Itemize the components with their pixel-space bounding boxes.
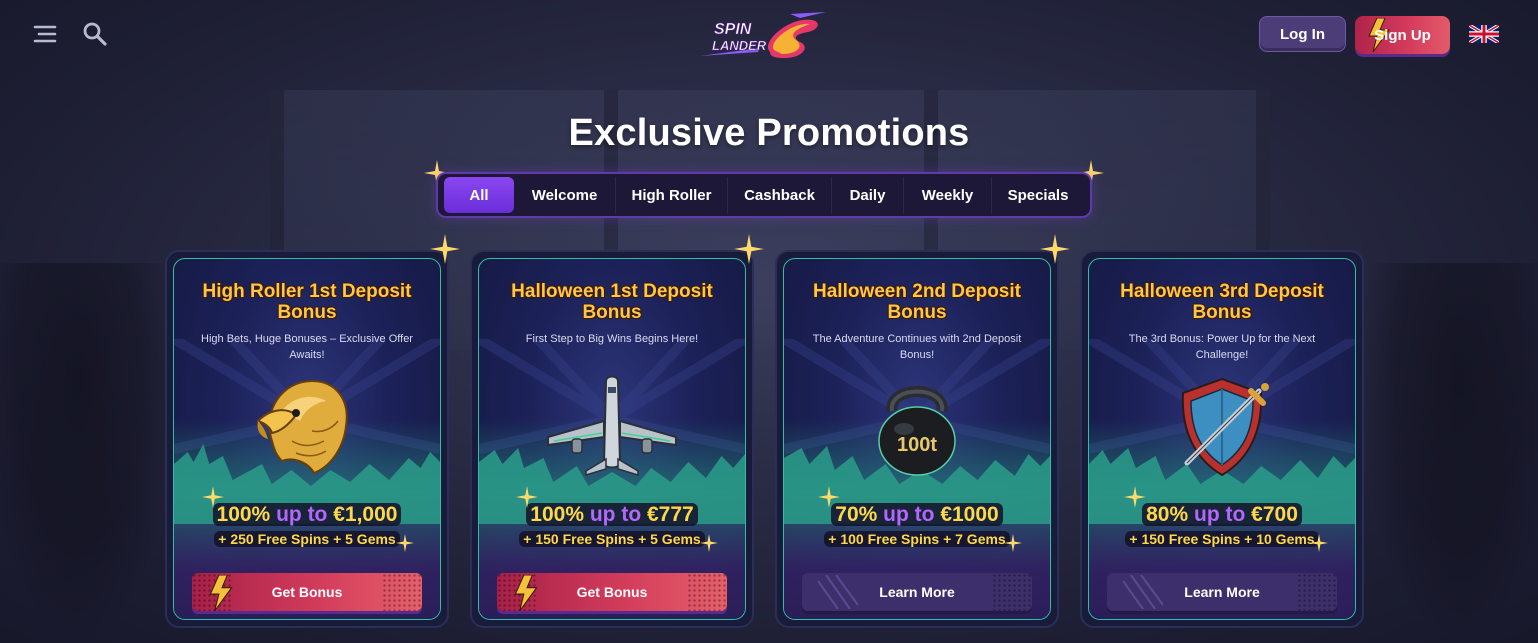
- kettlebell-label: 100t: [897, 434, 937, 456]
- dots-decoration: [382, 573, 422, 611]
- svg-text:SPIN: SPIN: [714, 21, 752, 38]
- promo-percent: 80%: [1146, 503, 1189, 526]
- spinlander-logo[interactable]: SPIN LANDER: [700, 12, 826, 62]
- page-title: Exclusive Promotions: [568, 112, 970, 154]
- promo-up-to: up to: [276, 503, 328, 526]
- tab-label: Welcome: [531, 186, 598, 204]
- tab-weekly[interactable]: Weekly: [904, 177, 992, 213]
- promo-extras: + 150 Free Spins + 10 Gems: [1089, 531, 1355, 547]
- promo-up-to: up to: [1194, 503, 1246, 526]
- get-bonus-button[interactable]: Get Bonus: [497, 573, 727, 611]
- lightning-icon: [514, 575, 538, 611]
- promo-card[interactable]: Halloween 1st Deposit Bonus First Step t…: [470, 250, 754, 628]
- login-button[interactable]: Log In: [1259, 16, 1346, 52]
- search-icon[interactable]: [80, 20, 110, 48]
- tab-welcome[interactable]: Welcome: [514, 177, 616, 213]
- promo-extras-text: + 100 Free Spins + 7 Gems: [824, 531, 1010, 547]
- promo-extras-text: + 150 Free Spins + 10 Gems: [1125, 531, 1319, 547]
- uk-flag-icon[interactable]: [1468, 23, 1500, 45]
- dots-decoration: [1297, 573, 1337, 611]
- shield-sword-icon: [1181, 377, 1269, 477]
- promo-card-inner: Halloween 2nd Deposit Bonus The Adventur…: [783, 258, 1051, 620]
- promo-subtitle: First Step to Big Wins Begins Here!: [525, 333, 699, 345]
- login-label: Log In: [1280, 25, 1325, 43]
- promo-up-to: up to: [589, 503, 642, 526]
- promo-subtitle: High Bets, Huge Bonuses – Exclusive Offe…: [201, 333, 413, 361]
- get-bonus-button[interactable]: Get Bonus: [192, 573, 422, 611]
- background-figure-left: [0, 263, 180, 643]
- learn-more-button[interactable]: Learn More: [802, 573, 1032, 611]
- learn-more-button[interactable]: Learn More: [1107, 573, 1337, 611]
- tab-label: Specials: [1007, 186, 1069, 204]
- tab-label: High Roller: [631, 186, 712, 204]
- dots-decoration: [992, 573, 1032, 611]
- promo-card-inner: High Roller 1st Deposit Bonus High Bets,…: [173, 258, 441, 620]
- tab-high-roller[interactable]: High Roller: [616, 177, 728, 213]
- tab-label: All: [469, 186, 489, 204]
- promotion-tabs: All Welcome High Roller Cashback Daily W…: [436, 172, 1092, 218]
- promo-title: Halloween 1st Deposit Bonus: [511, 281, 713, 323]
- promo-amount: 100% up to €777: [479, 503, 745, 527]
- signup-label: Sign Up: [1374, 26, 1431, 44]
- menu-icon[interactable]: [30, 20, 60, 48]
- promo-extras: + 150 Free Spins + 5 Gems: [479, 531, 745, 547]
- eagle-icon: [256, 379, 348, 475]
- promo-card[interactable]: Halloween 2nd Deposit Bonus The Adventur…: [775, 250, 1059, 628]
- stripes-icon: [818, 575, 858, 609]
- promo-extras-text: + 250 Free Spins + 5 Gems: [214, 531, 400, 547]
- tab-specials[interactable]: Specials: [992, 177, 1084, 213]
- promo-max: €1,000: [333, 503, 398, 526]
- promo-card-inner: Halloween 3rd Deposit Bonus The 3rd Bonu…: [1088, 258, 1356, 620]
- promo-max: €1000: [940, 503, 999, 526]
- tab-cashback[interactable]: Cashback: [728, 177, 832, 213]
- promo-percent: 100%: [216, 503, 271, 526]
- dots-decoration: [687, 573, 727, 611]
- promo-max: €777: [647, 503, 694, 526]
- promo-subtitle: The Adventure Continues with 2nd Deposit…: [812, 333, 1022, 361]
- promo-card[interactable]: Halloween 3rd Deposit Bonus The 3rd Bonu…: [1080, 250, 1364, 628]
- promo-title: High Roller 1st Deposit Bonus: [202, 281, 412, 323]
- svg-text:LANDER: LANDER: [712, 38, 767, 53]
- promo-card[interactable]: High Roller 1st Deposit Bonus High Bets,…: [165, 250, 449, 628]
- promo-card-inner: Halloween 1st Deposit Bonus First Step t…: [478, 258, 746, 620]
- tab-label: Weekly: [921, 186, 974, 204]
- promo-percent: 70%: [835, 503, 878, 526]
- learn-more-label: Learn More: [1184, 584, 1260, 600]
- promo-up-to: up to: [883, 503, 935, 526]
- promo-extras: + 250 Free Spins + 5 Gems: [174, 531, 440, 547]
- learn-more-label: Learn More: [879, 584, 955, 600]
- promo-max: €700: [1251, 503, 1298, 526]
- promo-amount: 70% up to €1000: [784, 503, 1050, 527]
- promo-extras-text: + 150 Free Spins + 5 Gems: [519, 531, 705, 547]
- tab-label: Daily: [849, 186, 886, 204]
- get-bonus-label: Get Bonus: [576, 584, 648, 600]
- tab-label: Cashback: [744, 186, 815, 204]
- get-bonus-label: Get Bonus: [271, 584, 343, 600]
- promo-amount: 100% up to €1,000: [174, 503, 440, 527]
- promo-title: Halloween 3rd Deposit Bonus: [1120, 281, 1324, 323]
- kettlebell-icon: 100t: [878, 386, 956, 476]
- stripes-icon: [1123, 575, 1163, 609]
- promo-percent: 100%: [530, 503, 584, 526]
- airplane-icon: [547, 375, 677, 477]
- promo-title: Halloween 2nd Deposit Bonus: [813, 281, 1021, 323]
- promo-subtitle: The 3rd Bonus: Power Up for the Next Cha…: [1128, 333, 1316, 361]
- background-figure-right: [1358, 263, 1538, 643]
- tab-all[interactable]: All: [444, 177, 514, 213]
- top-header: SPIN LANDER Log In Sign Up: [0, 0, 1538, 68]
- tab-daily[interactable]: Daily: [832, 177, 904, 213]
- promo-amount: 80% up to €700: [1089, 503, 1355, 527]
- promo-extras: + 100 Free Spins + 7 Gems: [784, 531, 1050, 547]
- signup-button[interactable]: Sign Up: [1355, 16, 1450, 54]
- lightning-icon: [209, 575, 233, 611]
